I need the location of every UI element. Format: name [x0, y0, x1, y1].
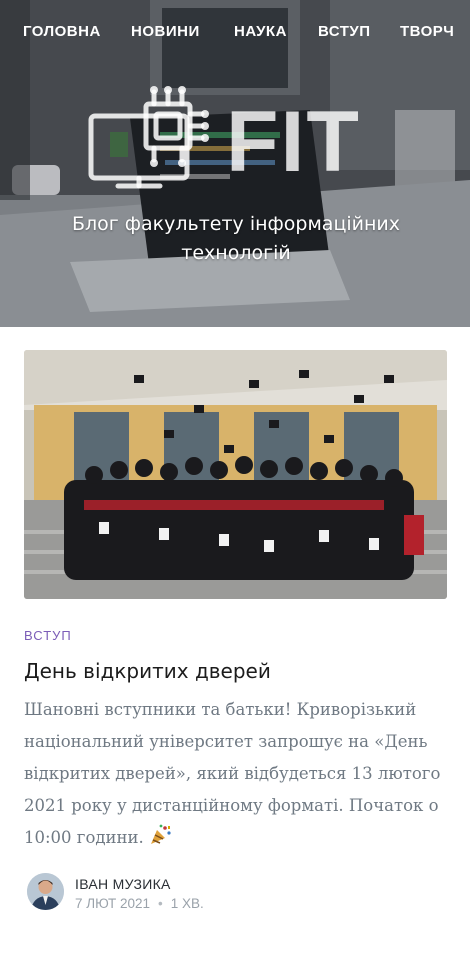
- author-name[interactable]: ІВАН МУЗИКА: [75, 875, 171, 893]
- site-tagline: Блог факультету інформаційних технологій: [71, 213, 401, 264]
- nav-item-admission[interactable]: ВСТУП: [318, 20, 371, 44]
- post-read-time: 1 ХВ.: [170, 896, 204, 911]
- author-avatar[interactable]: [27, 873, 64, 910]
- post-title[interactable]: День відкритих дверей: [24, 658, 447, 684]
- meta-separator: •: [158, 896, 163, 911]
- nav-item-creative[interactable]: ТВОРЧ: [400, 20, 454, 44]
- post-author-block: ІВАН МУЗИКА 7 ЛЮТ 2021 • 1 ХВ.: [27, 873, 447, 913]
- post-card: ВСТУП День відкритих дверей Шановні всту…: [24, 350, 447, 854]
- logo-text: FIT: [226, 94, 361, 190]
- post-category[interactable]: ВСТУП: [24, 628, 447, 644]
- site-header: ГОЛОВНА НОВИНИ НАУКА ВСТУП ТВОРЧ FIT Бло…: [0, 0, 470, 327]
- nav-item-news[interactable]: НОВИНИ: [131, 20, 200, 44]
- main-nav: ГОЛОВНА НОВИНИ НАУКА ВСТУП ТВОРЧ: [0, 20, 470, 44]
- nav-item-home[interactable]: ГОЛОВНА: [23, 20, 101, 44]
- post-excerpt: Шановні вступники та батьки! Криворізьки…: [24, 694, 447, 854]
- post-meta: 7 ЛЮТ 2021 • 1 ХВ.: [75, 895, 204, 913]
- party-popper-icon: [151, 824, 171, 844]
- post-date: 7 ЛЮТ 2021: [75, 896, 151, 911]
- post-excerpt-text: Шановні вступники та батьки! Криворізьки…: [24, 700, 441, 847]
- post-cover-image[interactable]: [24, 350, 447, 599]
- nav-item-science[interactable]: НАУКА: [234, 20, 287, 44]
